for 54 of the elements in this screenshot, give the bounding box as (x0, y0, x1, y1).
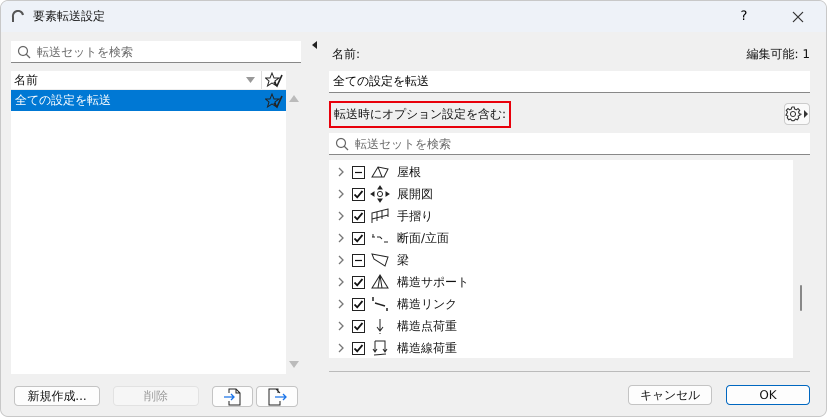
element-type-icon (370, 273, 390, 291)
import-button[interactable] (212, 386, 254, 407)
tree-item-label[interactable]: 構造点荷重 (397, 318, 457, 334)
search-icon (335, 136, 349, 150)
settings-menu-button[interactable] (784, 103, 810, 125)
tree-item-label[interactable]: 構造サポート (397, 274, 469, 290)
expand-chevron-icon[interactable] (337, 233, 345, 243)
window-title: 要素転送設定 (33, 8, 105, 25)
editable-count: 編集可能: 1 (746, 46, 810, 62)
expand-chevron-icon[interactable] (337, 167, 345, 177)
search-input[interactable]: 転送セットを検索 (37, 44, 295, 58)
expand-chevron-icon[interactable] (337, 299, 345, 309)
column-header[interactable]: 名前 (14, 72, 246, 88)
file-export-icon (266, 386, 288, 406)
star-check-icon (265, 72, 283, 88)
element-type-icon (370, 251, 390, 269)
name-field[interactable]: 全ての設定を転送 (329, 71, 810, 93)
action-button[interactable]: 新規作成... (14, 386, 100, 406)
dialog-button[interactable]: OK (726, 385, 810, 405)
help-button[interactable]: ? (724, 2, 764, 30)
app-icon (11, 10, 25, 24)
expand-chevron-icon[interactable] (337, 277, 345, 287)
element-type-icon (370, 185, 390, 203)
search-field[interactable]: 転送セットを検索 (329, 133, 810, 155)
expand-chevron-icon[interactable] (337, 189, 345, 199)
dialog-button[interactable]: キャンセル (628, 385, 712, 405)
export-button[interactable] (256, 386, 298, 407)
collapse-arrow-icon[interactable] (312, 41, 316, 49)
name-label: 名前: (332, 46, 360, 62)
expand-chevron-icon[interactable] (337, 343, 345, 353)
tree-item-label[interactable]: 屋根 (397, 164, 421, 180)
search-icon (17, 44, 31, 58)
tree-item-label[interactable]: 手摺り (397, 208, 433, 224)
scrollbar-thumb[interactable] (800, 285, 802, 311)
element-type-icon (370, 339, 390, 357)
options-label: 転送時にオプション設定を含む: (329, 100, 512, 128)
list-item[interactable]: 全ての設定を転送 (11, 90, 286, 111)
sort-caret-icon (246, 77, 255, 83)
tree-item-label[interactable]: 構造リンク (397, 296, 457, 312)
element-type-icon (370, 295, 390, 313)
tree-item-label[interactable]: 梁 (397, 252, 409, 268)
tree-item-label[interactable]: 断面/立面 (397, 230, 450, 246)
tree-item-label[interactable]: 展開図 (397, 186, 433, 202)
search-input[interactable]: 転送セットを検索 (355, 136, 804, 150)
element-type-icon (370, 207, 390, 225)
search-field[interactable]: 転送セットを検索 (11, 41, 301, 63)
settings-icon (785, 106, 809, 122)
expand-chevron-icon[interactable] (337, 211, 345, 221)
expand-chevron-icon[interactable] (337, 255, 345, 265)
tree-item-label[interactable]: 構造線荷重 (397, 340, 457, 356)
star-check-icon (265, 92, 283, 108)
file-import-icon (222, 386, 243, 406)
expand-chevron-icon[interactable] (337, 321, 345, 331)
close-icon (792, 10, 804, 22)
